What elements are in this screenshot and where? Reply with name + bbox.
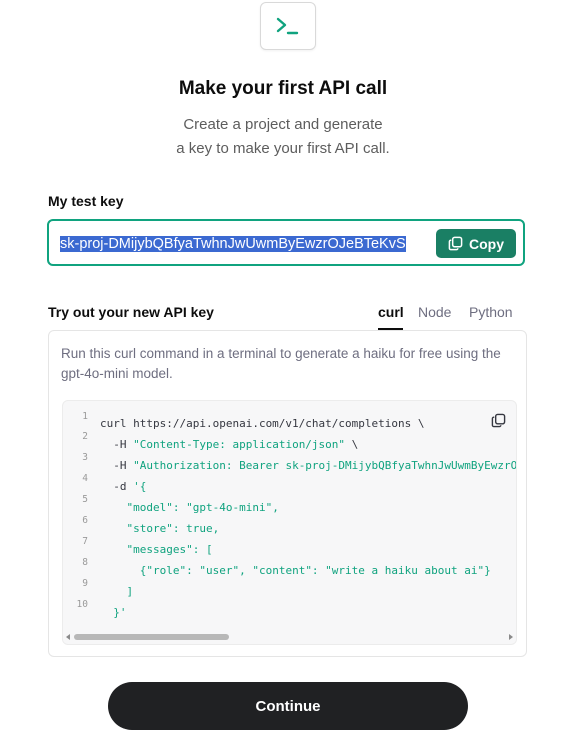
code-block[interactable]: 1 2 3 4 5 6 7 8 9 10 curl https://api.op… [62,400,517,645]
code-line: -H "Content-Type: application/json" \ [100,438,359,451]
line-number: 10 [76,599,88,610]
test-key-value[interactable]: sk-proj-DMijybQBfyaTwhnJwUwmByEwzrOJeBTe… [60,234,432,254]
code-line: -H "Authorization: Bearer sk-proj-DMijyb… [100,459,517,472]
tab-python[interactable]: Python [469,304,513,320]
continue-button[interactable]: Continue [108,682,468,730]
selected-key-text[interactable]: sk-proj-DMijybQBfyaTwhnJwUwmByEwzrOJeBTe… [60,236,406,252]
terminal-icon [276,17,299,35]
code-line: "store": true, [126,522,220,535]
line-number: 2 [82,431,88,442]
subtitle-line-2: a key to make your first API call. [176,140,390,157]
code-content: curl https://api.openai.com/v1/chat/comp… [100,413,517,619]
scroll-left-arrow-icon[interactable] [66,634,70,640]
page-title: Make your first API call [178,78,388,99]
code-line: }' [113,606,127,619]
line-number: 1 [82,411,88,422]
copy-key-button[interactable]: Copy [436,229,516,258]
code-line: "messages": [ [126,543,213,556]
scroll-right-arrow-icon[interactable] [509,634,513,640]
code-line: {"role": "user", "content": "write a hai… [139,564,491,577]
line-number: 4 [82,473,88,484]
line-number: 8 [82,557,88,568]
try-key-label: Try out your new API key [48,304,214,320]
copy-code-icon[interactable] [491,413,506,433]
line-number: 3 [82,452,88,463]
subtitle-line-1: Create a project and generate [183,116,383,133]
terminal-logo [260,2,316,50]
code-line: ] [126,585,134,598]
test-key-label: My test key [48,193,124,209]
line-number: 9 [82,578,88,589]
copy-button-label: Copy [469,235,504,252]
tab-curl[interactable]: curl [378,304,404,320]
copy-icon [448,236,463,251]
line-number: 7 [82,536,88,547]
line-number: 6 [82,515,88,526]
horizontal-scrollbar[interactable] [63,631,516,643]
panel-description: Run this curl command in a terminal to g… [61,346,501,381]
page-subtitle: Create a project and generate a key to m… [0,113,566,161]
code-line: "model": "gpt-4o-mini", [126,501,279,514]
code-panel: Run this curl command in a terminal to g… [48,330,527,657]
code-line: curl https://api.openai.com/v1/chat/comp… [100,417,425,430]
code-line: -d '{ [100,480,147,493]
tab-node[interactable]: Node [418,304,451,320]
scrollbar-thumb[interactable] [74,634,229,640]
test-key-field[interactable]: sk-proj-DMijybQBfyaTwhnJwUwmByEwzrOJeBTe… [47,219,525,266]
line-number: 5 [82,494,88,505]
